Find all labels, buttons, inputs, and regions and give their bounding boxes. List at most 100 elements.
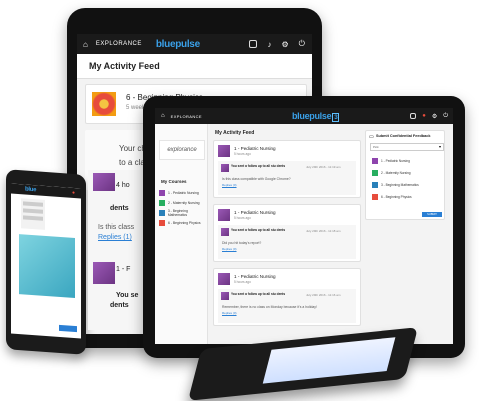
partial-title-1: 1 - F [116,266,131,273]
phone: blue ● [6,169,86,355]
course-label: 2 - Maternity Nursing [168,201,200,205]
feedback-panel: ▭ Submit Confidential Feedback Pick ▾ 1 … [365,130,445,220]
course-item[interactable]: 6 - Beginning Physics [159,218,207,228]
feed-card-date: July 29th 2016 - 11:18 am [306,229,341,233]
power-icon[interactable]: ⏻ [443,113,448,120]
chat-icon: ▭ [369,134,374,140]
partial-sent-1: dents [110,205,129,212]
feedback-option-label: 1 - Pediatric Nursing [381,159,410,163]
home-icon[interactable]: ⌂ [161,113,165,119]
submit-label: SUBMIT [427,213,437,216]
course-thumbnail [92,92,116,116]
feed-card-replies[interactable]: Replies (0) [222,311,237,315]
course-color-swatch [159,200,165,206]
feed-card-sent: You sent a follow up to all stu dents [231,292,286,296]
course-color-swatch [159,190,165,196]
bluepulse-logo[interactable]: bluepulse [156,39,200,50]
partial-time: 4 ho [116,182,130,189]
phone-menu-item[interactable] [23,215,43,221]
feedback-option-label: 3 - Beginning Mathematics [381,183,419,187]
course-label: 6 - Beginning Physics [168,221,201,225]
feedback-option[interactable]: 6 - Beginning Physics [372,191,442,203]
feed-card-replies[interactable]: Replies (0) [222,247,237,251]
feed-card-time: 5 hours ago [234,280,251,284]
feedback-option[interactable]: 3 - Beginning Mathematics [372,179,442,191]
feed-card-sent: You sent a follow up to all stu dents [231,164,286,168]
nav-label[interactable]: EXPLORANCE [171,114,202,119]
front-tablet: ⌂ EXPLORANCE bluepulse 3 ● ⚙ ⏻ explorance… [143,96,465,358]
feed-card-message: Did you hit today's report? [222,241,262,245]
feedback-option-label: 2 - Maternity Nursing [381,171,411,175]
course-color-swatch [159,210,165,216]
gear-icon[interactable]: ⚙ [432,113,437,120]
phone-screen: blue ● [11,183,81,339]
brand-text: explorance [167,147,197,153]
course-thumbnail [218,145,230,157]
phone-top-bar: blue ● [11,183,81,199]
phone-submit-button[interactable] [59,324,77,333]
course-color-swatch [372,170,378,176]
course-color-swatch [372,194,378,200]
partial-sent-3: dents [110,302,129,309]
feed-card-replies[interactable]: Replies (0) [222,183,237,187]
bell-icon[interactable]: ● [422,113,426,119]
flat-device-screen [262,337,396,384]
bell-icon[interactable]: ♪ [268,40,272,49]
gear-icon[interactable]: ⚙ [282,40,289,49]
course-select[interactable]: Pick ▾ [370,143,444,151]
phone-grid [19,234,75,299]
partial-thumbnail-2 [93,262,115,284]
phone-logo[interactable]: blue [25,187,36,194]
phone-notification-icon[interactable]: ● [72,190,75,196]
nav-label[interactable]: EXPLORANCE [96,41,142,47]
feed-title: My Activity Feed [89,61,160,71]
partial-question: Is this class [98,224,135,231]
course-label: 1 - Pediatric Nursing [168,191,199,195]
feed-card[interactable]: 1 - Pediatric Nursing 5 hours ago You sent… [213,268,361,326]
tablet-icon[interactable] [248,40,257,48]
feed-card-time: 5 hours ago [234,152,251,156]
course-color-swatch [372,158,378,164]
front-tablet-screen: ⌂ EXPLORANCE bluepulse 3 ● ⚙ ⏻ explorance… [155,108,453,344]
feed-title: My Activity Feed [215,130,255,136]
feed-list: 1 - Pediatric Nursing 5 hours ago You sent… [213,140,361,332]
partial-sent-2: You se [116,292,139,299]
sender-thumbnail [221,228,229,236]
sidebar: explorance My Courses 1 - Pediatric Nurs… [155,124,208,344]
feed-card-date: July 29th 2016 - 11:16 am [306,293,341,297]
feedback-option[interactable]: 1 - Pediatric Nursing [372,155,442,167]
course-item[interactable]: 3 - Beginning Mathematics [159,208,207,218]
bluepulse-logo[interactable]: bluepulse 3 [292,111,340,122]
feedback-option[interactable]: 2 - Maternity Nursing [372,167,442,179]
chevron-down-icon: ▾ [438,144,441,149]
partial-replies[interactable]: Replies (1) [98,234,132,241]
course-select-value: Pick [373,145,379,149]
home-icon[interactable]: ⌂ [83,40,88,49]
course-thumbnail [218,273,230,285]
phone-menu-item[interactable] [23,208,43,214]
course-item[interactable]: 1 - Pediatric Nursing [159,188,207,198]
submit-button[interactable]: SUBMIT [422,212,442,217]
course-label: 3 - Beginning Mathematics [167,209,188,217]
feed-card[interactable]: 1 - Pediatric Nursing 5 hours ago You sent… [213,140,361,198]
feed-card-title[interactable]: 1 - Pediatric Nursing [234,274,276,279]
feed-card-time: 5 hours ago [234,216,251,220]
feed-card[interactable]: 1 - Pediatric Nursing 5 hours ago You sent… [213,204,361,262]
brand-logo: explorance [159,140,205,160]
feed-card-title[interactable]: 1 - Pediatric Nursing [234,146,276,151]
feed-card-date: July 29th 2016 - 11:19 am [306,165,341,169]
partial-thumbnail [93,173,115,191]
tablet-icon[interactable] [410,113,417,119]
course-color-swatch [159,220,165,226]
feedback-title: Submit Confidential Feedback [376,134,431,138]
sender-thumbnail [221,164,229,172]
feed-card-title[interactable]: 1 - Pediatric Nursing [234,210,276,215]
course-item[interactable]: 2 - Maternity Nursing [159,198,207,208]
power-icon[interactable]: ⏻ [299,39,305,49]
front-top-bar: ⌂ EXPLORANCE bluepulse 3 ● ⚙ ⏻ [155,108,453,124]
sidebar-title: My Courses [161,179,187,184]
back-top-bar: ⌂ EXPLORANCE bluepulse ♪ ⚙ ⏻ [77,34,312,54]
feed-card-message: Remember, there is no class on Monday be… [222,305,317,309]
course-thumbnail [218,209,230,221]
phone-menu-item[interactable] [23,201,43,207]
